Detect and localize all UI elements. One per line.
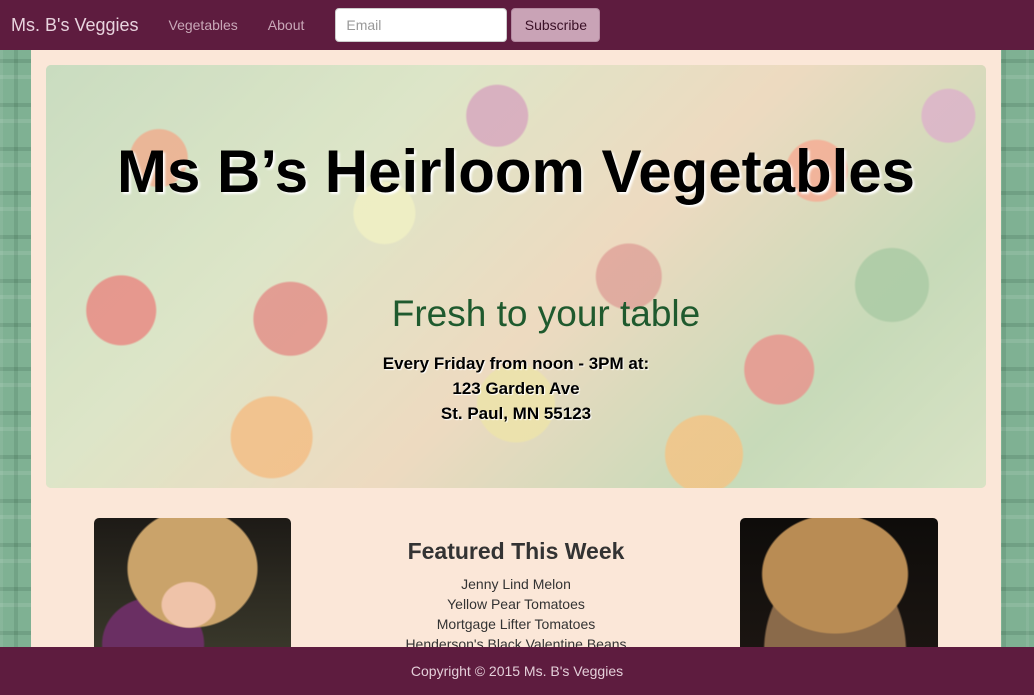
email-input[interactable] <box>335 8 508 42</box>
subscribe-button[interactable]: Subscribe <box>511 8 601 42</box>
dog-in-hat-photo <box>740 518 938 658</box>
main-container: Ms B’s Heirloom Vegetables Fresh to your… <box>31 50 1001 658</box>
hero-title: Ms B’s Heirloom Vegetables <box>116 138 916 205</box>
hero-tagline: Fresh to your table <box>391 293 701 334</box>
navbar: Ms. B's Veggies Vegetables About Subscri… <box>0 0 1034 50</box>
hero-info: Every Friday from noon - 3PM at: 123 Gar… <box>46 351 986 426</box>
hero-info-street: 123 Garden Ave <box>452 379 580 398</box>
nav-link-about[interactable]: About <box>268 17 305 33</box>
brand-link[interactable]: Ms. B's Veggies <box>11 15 139 36</box>
hero-info-schedule: Every Friday from noon - 3PM at: <box>382 354 650 373</box>
hero-info-city: St. Paul, MN 55123 <box>440 404 592 423</box>
copyright-text: Copyright © 2015 Ms. B's Veggies <box>410 663 624 679</box>
footer: Copyright © 2015 Ms. B's Veggies <box>0 647 1034 695</box>
nav-link-vegetables[interactable]: Vegetables <box>169 17 238 33</box>
hero-banner: Ms B’s Heirloom Vegetables Fresh to your… <box>46 65 986 488</box>
